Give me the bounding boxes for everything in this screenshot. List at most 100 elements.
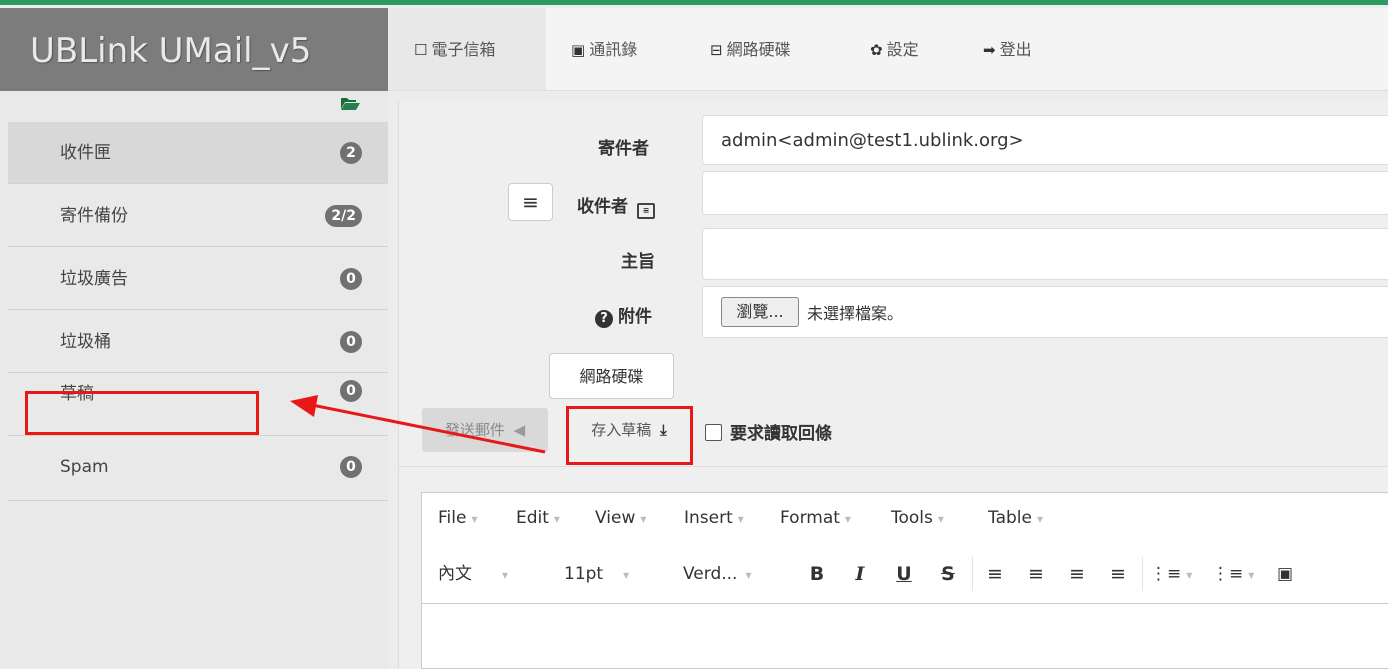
send-label: 發送郵件 (444, 421, 505, 439)
address-book-icon[interactable]: ≡ (636, 203, 655, 219)
align-left-button[interactable]: ≡ (980, 545, 1010, 603)
chevron-down-icon: ▾ (844, 512, 851, 526)
hamburger-icon: ≡ (522, 190, 539, 214)
chevron-down-icon: ▾ (937, 512, 944, 526)
insert-image-button[interactable]: ▣ (1270, 545, 1300, 603)
folder-open-icon[interactable] (340, 96, 360, 110)
italic-button[interactable]: I (847, 545, 873, 603)
compose-panel: 寄件者 admin<admin@test1.ublink.org> ≡ 收件者 … (398, 100, 1388, 669)
toolbar-separator (972, 557, 973, 591)
unread-count-badge: 0 (340, 331, 362, 353)
no-file-text: 未選擇檔案。 (807, 304, 904, 323)
menu-label: File (438, 508, 467, 528)
nav-logout[interactable]: ➡ 登出 (983, 8, 1032, 90)
paper-plane-icon: ◀ (513, 421, 526, 439)
chevron-down-icon: ▾ (553, 512, 560, 526)
netdisk-button[interactable]: 網路硬碟 (549, 353, 674, 399)
menu-format[interactable]: Format ▾ (780, 489, 851, 548)
sidebar-item-label: 寄件備份 (60, 206, 128, 226)
attach-label-wrap: ? 附件 (595, 302, 652, 328)
top-accent-line (0, 0, 1388, 5)
sidebar: 收件匣 2 寄件備份 2/2 垃圾廣告 0 垃圾桶 0 草稿 0 Spam 0 (0, 91, 388, 669)
editor-menubar: File ▾ Edit ▾ View ▾ Insert ▾ Format ▾ Tools ▾… (422, 493, 1388, 546)
from-field[interactable]: admin<admin@test1.ublink.org> (702, 115, 1388, 165)
toolbar-separator (1142, 557, 1143, 591)
attach-label: 附件 (618, 307, 652, 327)
nav-settings[interactable]: ✿ 設定 (870, 8, 919, 90)
app-title: UBLink UMail_v5 (0, 8, 388, 91)
send-button[interactable]: 發送郵件 ◀ (422, 408, 548, 452)
unread-count-badge: 0 (340, 456, 362, 478)
font-size-select[interactable]: 11pt ▾ (564, 545, 629, 604)
strikethrough-button[interactable]: S (935, 545, 961, 603)
menu-edit[interactable]: Edit ▾ (516, 489, 560, 548)
sidebar-item-junk[interactable]: 垃圾廣告 0 (8, 248, 388, 310)
unread-count-badge: 0 (340, 268, 362, 290)
sidebar-item-label: 收件匣 (60, 143, 111, 163)
top-nav: ☐ 電子信箱 ▣ 通訊錄 ⊟ 網路硬碟 ✿ 設定 ➡ 登出 (388, 8, 1388, 91)
align-justify-button[interactable]: ≡ (1103, 545, 1133, 603)
nav-settings-label: 設定 (886, 40, 919, 59)
chevron-down-icon: ▾ (737, 512, 744, 526)
gear-icon: ✿ (870, 41, 883, 59)
nav-netdisk[interactable]: ⊟ 網路硬碟 (710, 8, 791, 90)
align-right-button[interactable]: ≡ (1062, 545, 1092, 603)
read-receipt-option[interactable]: 要求讀取回條 (705, 419, 832, 444)
bold-button[interactable]: B (804, 545, 830, 603)
sidebar-item-sent[interactable]: 寄件備份 2/2 (8, 185, 388, 247)
block-format-value: 內文 (438, 564, 472, 584)
read-receipt-checkbox[interactable] (705, 424, 722, 441)
unread-count-badge: 2/2 (325, 205, 362, 227)
attachment-field (702, 286, 1388, 338)
menu-table[interactable]: Table ▾ (988, 489, 1043, 548)
font-family-select[interactable]: Verd... ▾ (683, 545, 752, 604)
font-family-value: Verd... (683, 564, 738, 584)
underline-button[interactable]: U (891, 545, 917, 603)
save-draft-button[interactable]: 存入草稿 ⤓ (567, 408, 691, 452)
question-circle-icon[interactable]: ? (595, 310, 613, 328)
nav-netdisk-label: 網路硬碟 (726, 40, 791, 59)
sidebar-item-trash[interactable]: 垃圾桶 0 (8, 311, 388, 373)
to-label-text: 收件者 (577, 197, 628, 217)
menu-view[interactable]: View ▾ (595, 489, 646, 548)
subject-field[interactable] (702, 228, 1388, 280)
bullet-list-icon: ⋮≡ (1212, 564, 1244, 584)
menu-label: Table (988, 508, 1032, 528)
menu-label: Format (780, 508, 840, 528)
menu-label: Tools (891, 508, 933, 528)
align-center-button[interactable]: ≡ (1021, 545, 1051, 603)
read-receipt-label: 要求讀取回條 (730, 424, 832, 444)
nav-contacts[interactable]: ▣ 通訊錄 (571, 8, 637, 90)
block-format-select[interactable]: 內文 ▾ (438, 545, 508, 604)
chevron-down-icon: ▾ (471, 512, 478, 526)
sidebar-item-drafts[interactable]: 草稿 0 (8, 374, 388, 436)
save-draft-label: 存入草稿 (591, 421, 652, 439)
nav-mail[interactable]: ☐ 電子信箱 (388, 8, 546, 90)
sidebar-item-label: 草稿 (60, 384, 94, 404)
to-field[interactable] (702, 171, 1388, 215)
sidebar-item-spam[interactable]: Spam 0 (8, 437, 388, 501)
menu-insert[interactable]: Insert ▾ (684, 489, 744, 548)
hard-drive-icon: ⊟ (710, 41, 723, 59)
ordered-list-icon: ⋮≡ (1150, 564, 1182, 584)
chevron-down-icon: ▾ (1186, 568, 1193, 582)
bullet-list-button[interactable]: ⋮≡ ▾ (1212, 545, 1255, 604)
editor-toolbar: 內文 ▾ 11pt ▾ Verd... ▾ B I U S ≡ ≡ ≡ ≡ ⋮≡ ▾ ⋮… (422, 545, 1388, 604)
nav-contacts-label: 通訊錄 (589, 40, 638, 59)
chevron-down-icon: ▾ (1036, 512, 1043, 526)
hamburger-menu-button[interactable]: ≡ (508, 183, 553, 221)
menu-tools[interactable]: Tools ▾ (891, 489, 944, 548)
chevron-down-icon: ▾ (640, 512, 647, 526)
subject-label: 主旨 (621, 252, 655, 272)
sidebar-item-label: 垃圾桶 (60, 332, 111, 352)
sidebar-item-inbox[interactable]: 收件匣 2 (8, 122, 388, 184)
unread-count-badge: 2 (340, 142, 362, 164)
chevron-down-icon: ▾ (1248, 568, 1255, 582)
browse-file-button[interactable]: 瀏覽... (721, 297, 799, 327)
ordered-list-button[interactable]: ⋮≡ ▾ (1150, 545, 1193, 604)
to-label: 收件者 ≡ (577, 192, 655, 219)
nav-mail-label: 電子信箱 (431, 40, 496, 59)
menu-file[interactable]: File ▾ (438, 489, 477, 548)
chevron-down-icon: ▾ (502, 568, 509, 582)
chevron-down-icon: ▾ (745, 568, 752, 582)
